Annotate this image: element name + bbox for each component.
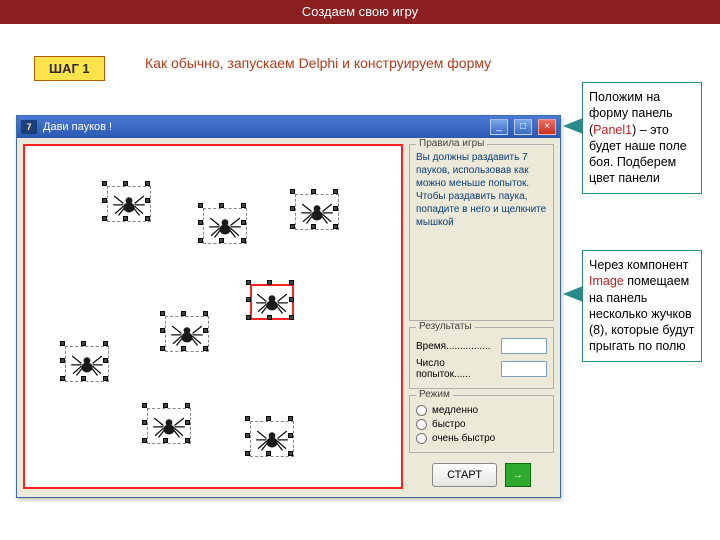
window-title: Дави пауков ! bbox=[43, 121, 112, 133]
minimize-button[interactable]: _ bbox=[490, 119, 508, 135]
mode-fast-radio[interactable] bbox=[416, 419, 427, 430]
instruction-text: Как обычно, запускаем Delphi и конструир… bbox=[145, 55, 491, 71]
start-button[interactable]: СТАРТ bbox=[432, 463, 497, 487]
app-window: 7 Дави пауков ! _ □ × Правила игры Вы до… bbox=[16, 115, 561, 498]
mode-slow-label: медленно bbox=[432, 405, 478, 416]
spider-image[interactable] bbox=[147, 408, 191, 444]
spider-image[interactable] bbox=[107, 186, 151, 222]
rules-legend: Правила игры bbox=[416, 138, 487, 149]
slide-title: Создаем свою игру bbox=[0, 0, 720, 24]
time-label: Время................ bbox=[416, 341, 491, 352]
spider-image[interactable] bbox=[295, 194, 339, 230]
app-icon: 7 bbox=[21, 120, 37, 134]
close-button[interactable]: × bbox=[538, 119, 556, 135]
rules-text: Вы должны раздавить 7 пауков, использова… bbox=[416, 151, 547, 229]
spider-image[interactable] bbox=[250, 284, 294, 320]
mode-groupbox: Режим медленно быстро очень быстро bbox=[409, 395, 554, 453]
callout-panel1: Положим на форму панель (Panel1) – это б… bbox=[582, 82, 702, 194]
time-input[interactable] bbox=[501, 338, 547, 354]
maximize-button[interactable]: □ bbox=[514, 119, 532, 135]
spider-image[interactable] bbox=[203, 208, 247, 244]
callout-image: Через компонент Image помещаем на панель… bbox=[582, 250, 702, 362]
mode-slow-radio[interactable] bbox=[416, 405, 427, 416]
spider-image[interactable] bbox=[165, 316, 209, 352]
results-groupbox: Результаты Время................ Число п… bbox=[409, 327, 554, 389]
spider-image[interactable] bbox=[65, 346, 109, 382]
tries-label: Число попыток...... bbox=[416, 358, 497, 380]
step-badge: ШАГ 1 bbox=[34, 56, 105, 81]
tries-input[interactable] bbox=[501, 361, 547, 377]
rules-groupbox: Правила игры Вы должны раздавить 7 пауко… bbox=[409, 144, 554, 321]
mode-fast-label: быстро bbox=[432, 419, 466, 430]
results-legend: Результаты bbox=[416, 321, 475, 332]
mode-legend: Режим bbox=[416, 389, 453, 400]
spider-image[interactable] bbox=[250, 421, 294, 457]
mode-vfast-label: очень быстро bbox=[432, 433, 495, 444]
panel1-playfield[interactable] bbox=[23, 144, 403, 489]
window-titlebar: 7 Дави пауков ! _ □ × bbox=[17, 116, 560, 138]
go-arrow-button[interactable]: → bbox=[505, 463, 531, 487]
mode-vfast-radio[interactable] bbox=[416, 433, 427, 444]
